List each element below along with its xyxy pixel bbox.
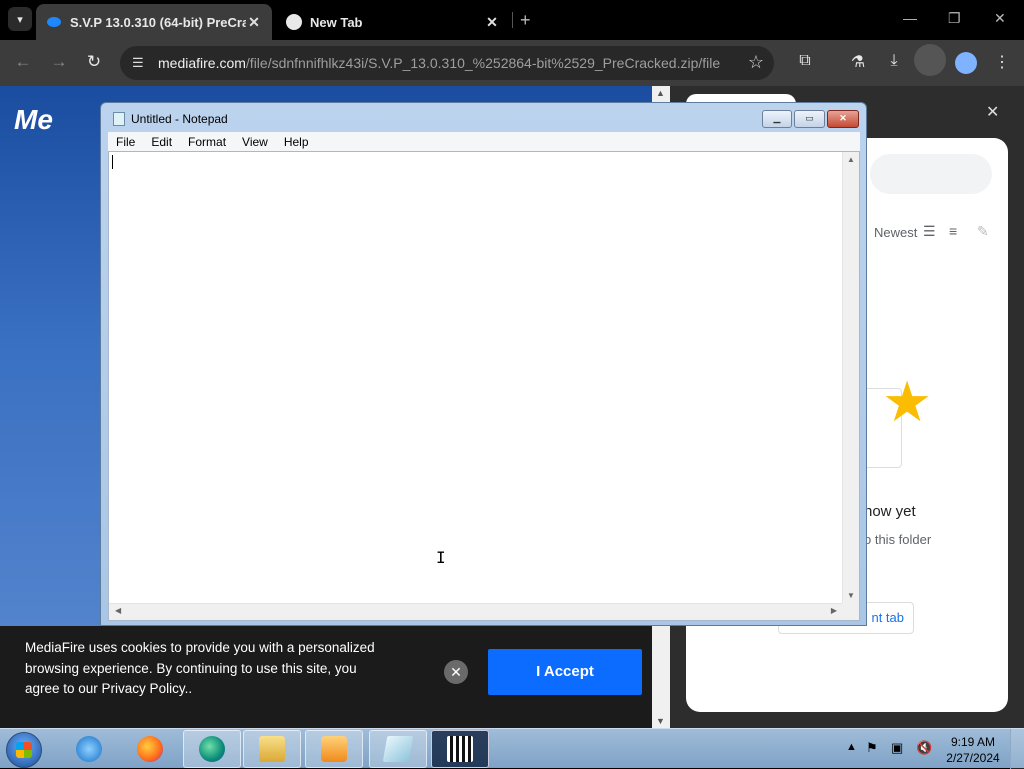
edit-pencil-icon[interactable]: ✎ — [977, 223, 989, 240]
tab-mediafire[interactable]: S.V.P 13.0.310 (64-bit) PreCracked ✕ — [36, 4, 272, 40]
close-tab-icon[interactable]: ✕ — [484, 14, 500, 31]
firefox-icon — [137, 736, 163, 762]
accept-cookies-button[interactable]: I Accept — [488, 649, 642, 695]
mediafire-logo[interactable]: Me — [14, 104, 53, 136]
site-info-icon[interactable]: ☰ — [132, 55, 148, 71]
internet-explorer-icon — [76, 736, 102, 762]
taskbar-notepad[interactable] — [369, 730, 427, 768]
notepad-window: Untitled - Notepad ▁ ▭ ✕ File Edit Forma… — [100, 102, 867, 626]
scroll-down-arrow-icon[interactable]: ▼ — [656, 716, 665, 726]
film-strip-icon — [447, 736, 473, 762]
tab-new-tab[interactable]: New Tab ✕ — [276, 4, 510, 40]
notepad-icon — [382, 736, 414, 762]
scroll-up-arrow-icon[interactable]: ▲ — [656, 88, 665, 98]
folder-icon — [259, 736, 285, 762]
empty-state-subtitle: o this folder — [864, 532, 932, 547]
list-view-icon[interactable]: ≡ — [949, 223, 957, 239]
cookie-close-icon[interactable]: ✕ — [444, 660, 468, 684]
cookie-message: MediaFire uses cookies to provide you wi… — [25, 640, 375, 696]
download-icon[interactable]: ⤓ — [883, 52, 905, 70]
taskbar-internet-explorer[interactable] — [60, 730, 118, 768]
tab-title: New Tab — [310, 14, 363, 30]
text-cursor-icon: I — [436, 548, 446, 567]
system-clock[interactable]: 9:19 AM 2/27/2024 — [944, 734, 1002, 766]
profile-avatar-icon[interactable] — [955, 52, 977, 74]
taskbar-video-app[interactable] — [431, 730, 489, 768]
chevron-down-icon: ▾ — [17, 13, 23, 26]
text-caret — [112, 155, 113, 169]
menu-help[interactable]: Help — [276, 135, 317, 149]
action-center-flag-icon[interactable]: ⚑ — [866, 740, 878, 756]
side-panel-toggle-button[interactable] — [914, 44, 946, 76]
tab-search-button[interactable]: ▾ — [8, 7, 32, 31]
media-player-icon — [321, 736, 347, 762]
volume-muted-icon[interactable]: 🔇 — [916, 740, 932, 756]
reload-icon[interactable]: ↻ — [83, 52, 105, 72]
bookmark-star-icon[interactable]: ☆ — [748, 52, 764, 73]
start-button[interactable] — [6, 732, 42, 768]
more-menu-icon[interactable]: ⋮ — [991, 52, 1013, 72]
windows-logo-icon — [16, 742, 32, 758]
address-bar[interactable]: ☰ mediafire.com/file/sdnfnnifhlkz43i/S.V… — [120, 46, 774, 80]
close-side-panel-icon[interactable]: ✕ — [986, 102, 999, 122]
taskbar-firefox[interactable] — [121, 730, 179, 768]
clock-time: 9:19 AM — [950, 735, 996, 749]
show-desktop-button[interactable] — [1010, 729, 1024, 769]
menu-file[interactable]: File — [108, 135, 143, 149]
menu-view[interactable]: View — [234, 135, 276, 149]
globe-icon — [286, 14, 302, 30]
scroll-down-arrow-icon[interactable]: ▼ — [847, 591, 855, 600]
minimize-window-icon[interactable]: — — [903, 10, 917, 26]
taskbar-edge[interactable] — [183, 730, 241, 768]
close-window-icon[interactable]: ✕ — [994, 10, 1006, 27]
url-text: mediafire.com/file/sdnfnnifhlkz43i/S.V.P… — [158, 55, 721, 71]
browser-toolbar: ← → ↻ ☰ mediafire.com/file/sdnfnnifhlkz4… — [0, 40, 1024, 86]
close-button[interactable]: ✕ — [827, 110, 859, 128]
clock-date: 2/27/2024 — [946, 751, 1000, 765]
text-editor-area[interactable]: ▲ ▼ ◀ ▶ — [108, 151, 860, 621]
sort-icon[interactable]: ☰ — [923, 223, 936, 240]
extensions-puzzle-icon[interactable]: ⧉ — [794, 52, 816, 70]
notepad-app-icon — [113, 112, 125, 126]
tab-strip: ▾ S.V.P 13.0.310 (64-bit) PreCracked ✕ N… — [0, 0, 1024, 40]
empty-state-title: how yet — [864, 503, 916, 520]
taskbar-file-explorer[interactable] — [243, 730, 301, 768]
forward-arrow-icon[interactable]: → — [48, 52, 70, 72]
scroll-up-arrow-icon[interactable]: ▲ — [847, 155, 855, 164]
back-arrow-icon[interactable]: ← — [12, 52, 34, 72]
labs-flask-icon[interactable]: ⚗ — [847, 52, 869, 72]
close-tab-icon[interactable]: ✕ — [246, 14, 262, 31]
menu-format[interactable]: Format — [180, 135, 234, 149]
tab-divider — [512, 12, 513, 28]
taskbar-media-player[interactable] — [305, 730, 363, 768]
show-hidden-icons-icon[interactable]: ▲ — [846, 741, 857, 753]
network-icon[interactable]: ▣ — [891, 740, 903, 756]
scroll-right-arrow-icon[interactable]: ▶ — [831, 606, 837, 615]
menu-bar: File Edit Format View Help — [108, 132, 860, 151]
edge-icon — [199, 736, 225, 762]
vertical-scrollbar[interactable]: ▲ ▼ — [842, 152, 859, 603]
tab-title: S.V.P 13.0.310 (64-bit) PreCracked — [70, 14, 246, 30]
restore-window-icon[interactable]: ❐ — [948, 10, 961, 27]
cookie-banner: MediaFire uses cookies to provide you wi… — [0, 626, 652, 728]
scroll-left-arrow-icon[interactable]: ◀ — [115, 606, 121, 615]
mediafire-favicon-icon — [46, 14, 62, 30]
minimize-button[interactable]: ▁ — [762, 110, 792, 128]
new-tab-plus-icon[interactable]: + — [520, 10, 531, 31]
windows-taskbar: ▲ ⚑ ▣ 🔇 9:19 AM 2/27/2024 — [0, 728, 1024, 769]
menu-edit[interactable]: Edit — [143, 135, 180, 149]
sort-label[interactable]: Newest — [874, 225, 917, 240]
window-title: Untitled - Notepad — [131, 112, 228, 126]
resize-grip-icon[interactable] — [842, 603, 859, 620]
star-illustration-icon: ★ — [882, 370, 933, 433]
maximize-button[interactable]: ▭ — [794, 110, 825, 128]
side-panel-search-field[interactable] — [870, 154, 992, 194]
horizontal-scrollbar[interactable]: ◀ ▶ — [109, 603, 843, 620]
